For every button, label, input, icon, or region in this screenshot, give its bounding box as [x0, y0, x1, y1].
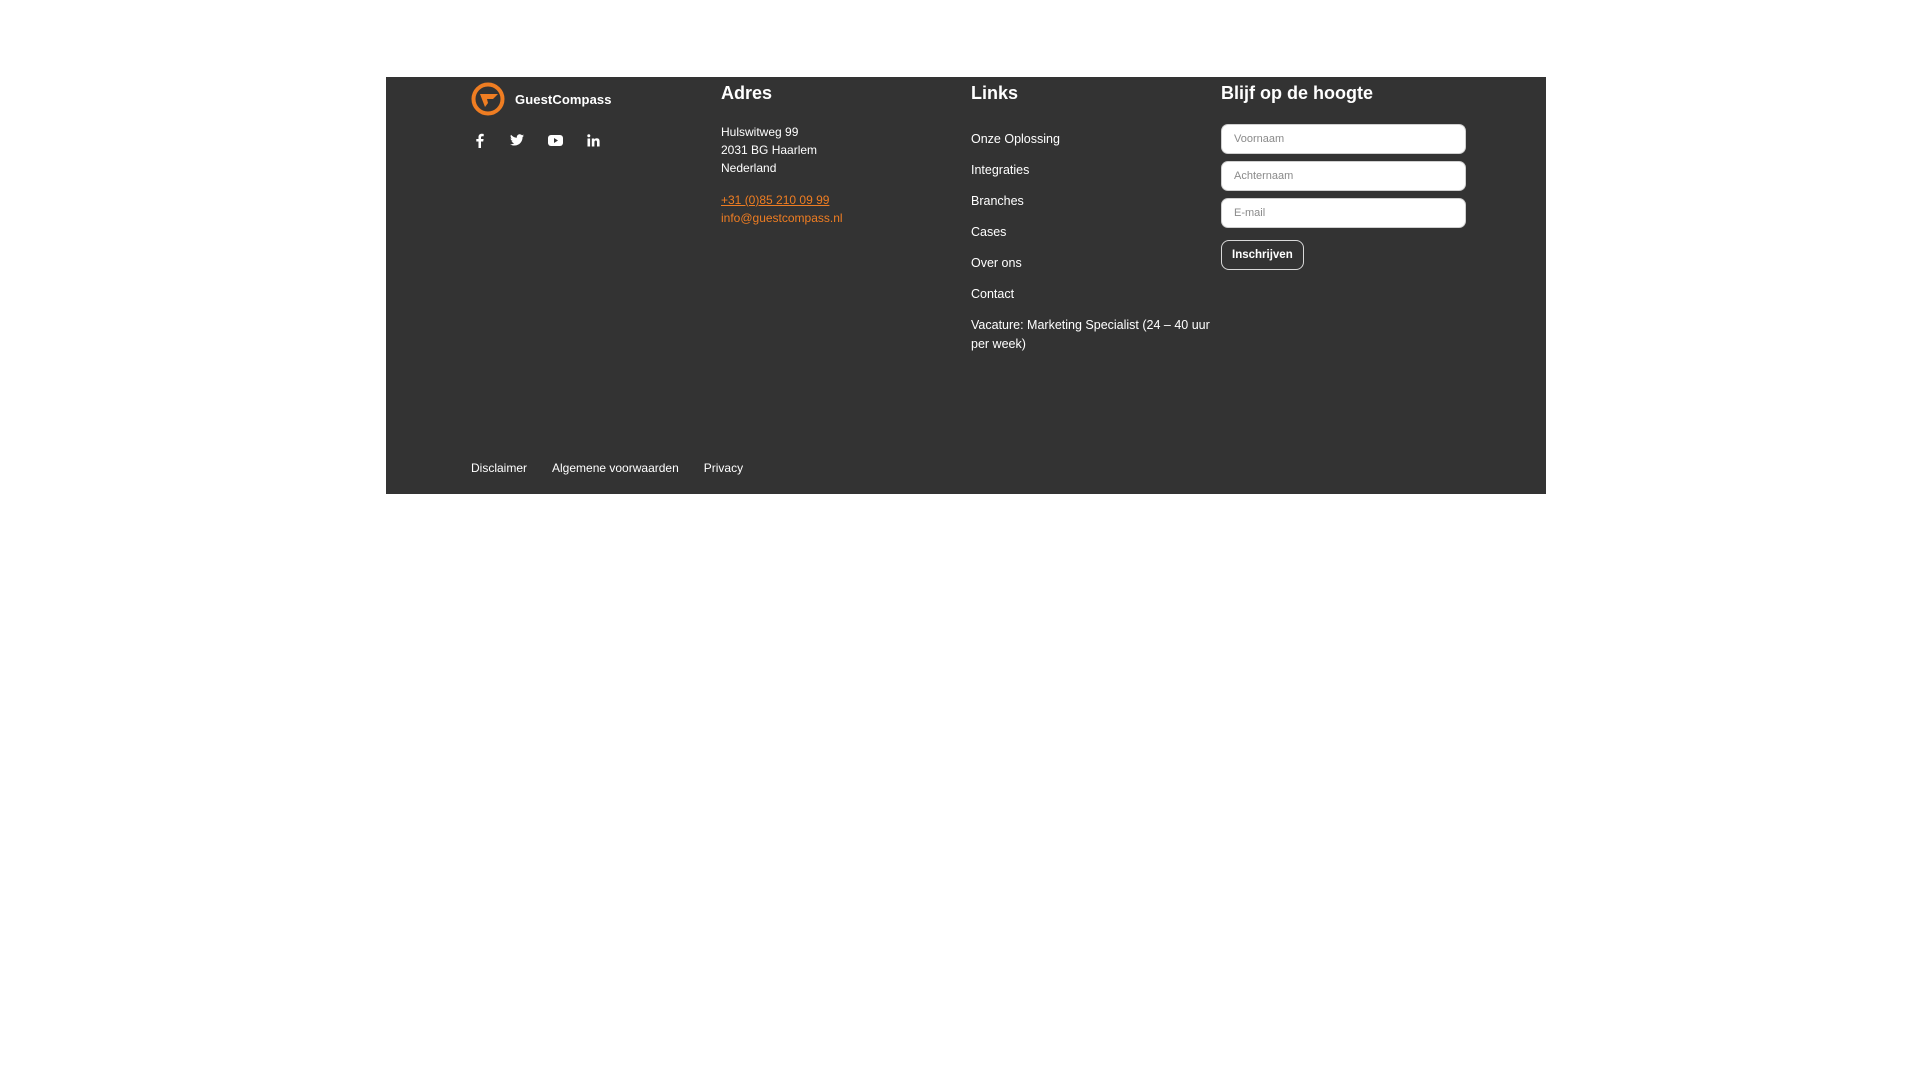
phone-link[interactable]: +31 (0)85 210 09 99 — [721, 191, 843, 209]
linkedin-icon[interactable] — [585, 132, 601, 148]
twitter-icon[interactable] — [509, 132, 525, 148]
site-footer: GuestCompass Adres Hulswitweg 99 2031 BG… — [386, 77, 1546, 494]
email-field[interactable] — [1221, 198, 1466, 228]
legal-link-privacy[interactable]: Privacy — [704, 461, 743, 475]
links-list: Onze Oplossing Integraties Branches Case… — [971, 130, 1211, 366]
address-street: Hulswitweg 99 — [721, 125, 799, 139]
legal-links: Disclaimer Algemene voorwaarden Privacy — [471, 461, 768, 475]
address-heading: Adres — [721, 83, 773, 103]
facebook-icon[interactable] — [471, 132, 487, 148]
address-postal-city: 2031 BG Haarlem — [721, 143, 818, 157]
youtube-icon[interactable] — [547, 132, 563, 148]
legal-link-algemene-voorwaarden[interactable]: Algemene voorwaarden — [552, 461, 679, 475]
footer-link-vacature[interactable]: Vacature: Marketing Specialist (24 – 40 … — [971, 316, 1211, 354]
last-name-field[interactable] — [1221, 161, 1466, 191]
contact-block: +31 (0)85 210 09 99 info@guestcompass.nl — [721, 191, 843, 227]
links-heading: Links — [971, 83, 1019, 103]
footer-link-branches[interactable]: Branches — [971, 192, 1211, 211]
brand-name: GuestCompass — [515, 91, 612, 107]
address-block: Hulswitweg 99 2031 BG Haarlem Nederland — [721, 123, 817, 177]
footer-link-onze-oplossing[interactable]: Onze Oplossing — [971, 130, 1211, 149]
footer-link-cases[interactable]: Cases — [971, 223, 1211, 242]
email-link[interactable]: info@guestcompass.nl — [721, 209, 843, 227]
newsletter-form: Inschrijven — [1221, 124, 1466, 270]
guestcompass-logo-icon — [471, 82, 505, 116]
subscribe-button[interactable]: Inschrijven — [1221, 240, 1304, 270]
first-name-field[interactable] — [1221, 124, 1466, 154]
footer-link-contact[interactable]: Contact — [971, 285, 1211, 304]
brand-logo[interactable]: GuestCompass — [471, 82, 612, 116]
footer-link-integraties[interactable]: Integraties — [971, 161, 1211, 180]
legal-link-disclaimer[interactable]: Disclaimer — [471, 461, 527, 475]
social-links — [471, 132, 623, 148]
address-country: Nederland — [721, 161, 777, 175]
footer-link-over-ons[interactable]: Over ons — [971, 254, 1211, 273]
newsletter-heading: Blijf op de hoogte — [1221, 83, 1373, 103]
